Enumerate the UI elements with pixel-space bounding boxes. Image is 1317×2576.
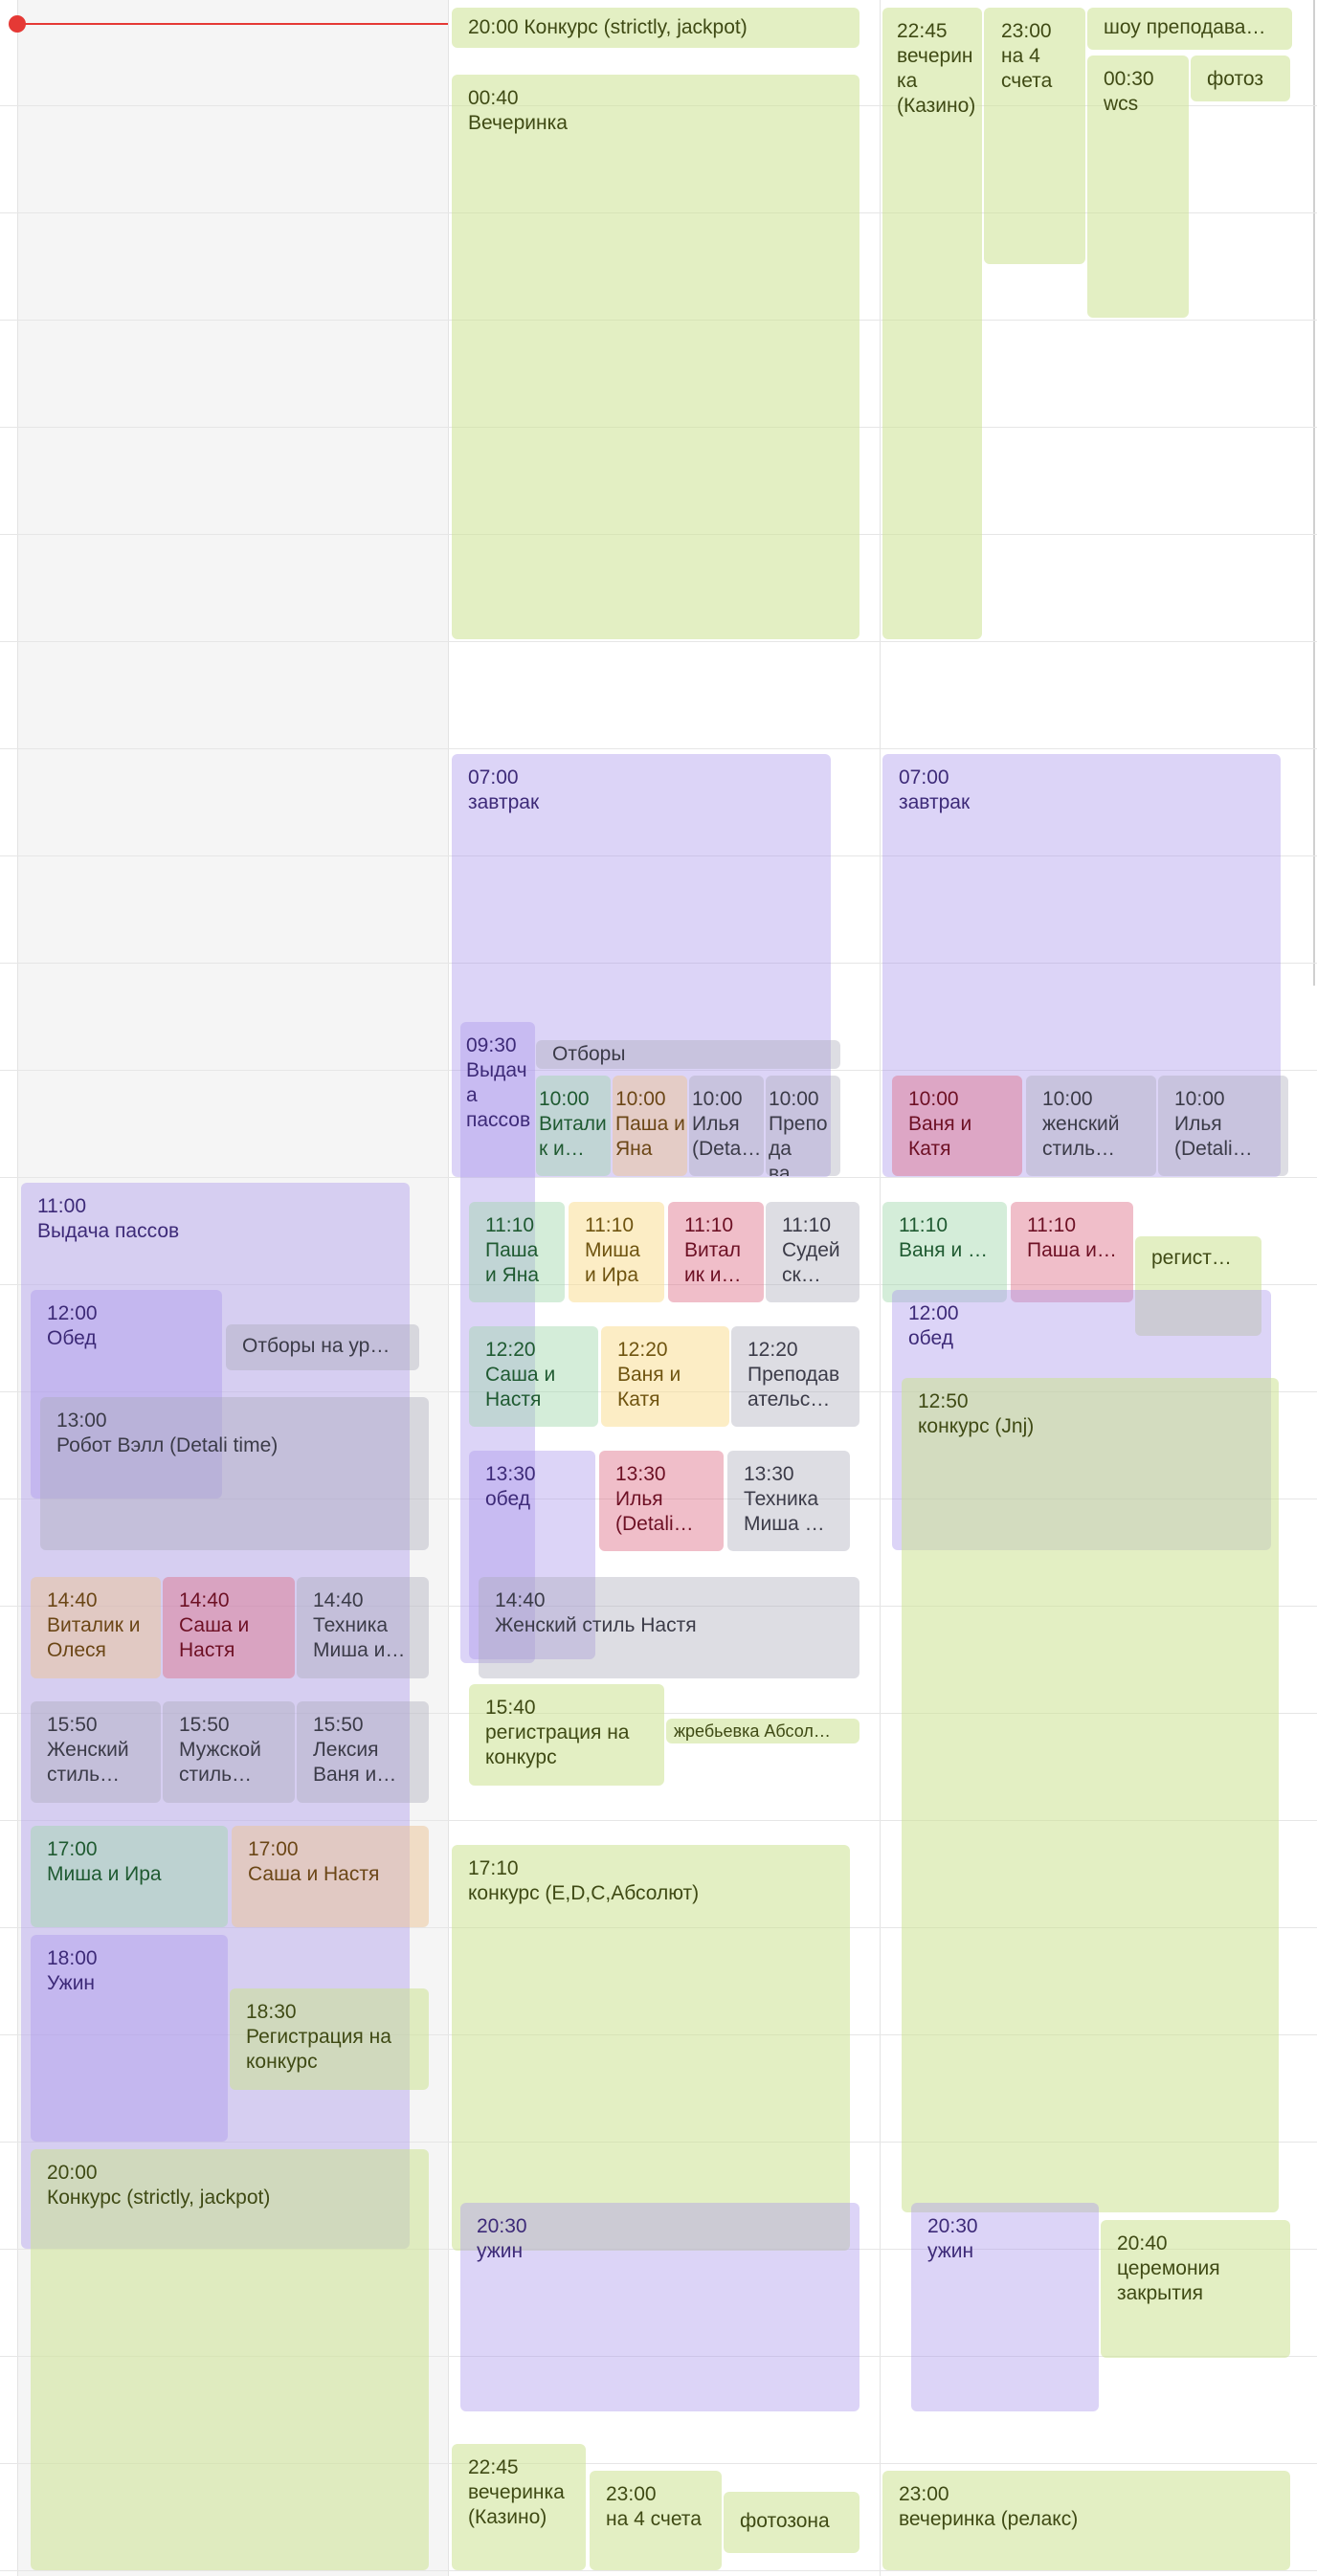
event-c1-dinner[interactable]: 18:00 Ужин [31,1935,228,2142]
event-1220-a[interactable]: 12:20 Саша и Настя [469,1326,598,1427]
column-divider [880,0,881,2576]
event-1710[interactable]: 17:10 конкурс (E,D,C,Абсолют) [452,1845,850,2251]
event-c1-1700-a[interactable]: 17:00 Миша и Ира [31,1826,228,1927]
column-divider [17,0,18,2576]
event-draw[interactable]: жребьевка Абсол… [666,1719,859,1743]
event-c1-strictly[interactable]: 20:00 Конкурс (strictly, jackpot) [31,2149,429,2570]
event-c1-1440-a[interactable]: 14:40 Виталик и Олеся [31,1577,161,1678]
event-c3-1000-a[interactable]: 10:00 Ваня и Катя [892,1076,1022,1176]
event-2030-dinner[interactable]: 20:30 ужин [460,2203,859,2411]
event-1000-d[interactable]: 10:00 Препода ва… [766,1076,840,1176]
event-2245[interactable]: 22:45 вечеринка (Казино) [452,2444,586,2570]
event-c1-1700-b[interactable]: 17:00 Саша и Настя [232,1826,429,1927]
event-c1-1550-a[interactable]: 15:50 Женский стиль… [31,1701,161,1803]
event-c3-show[interactable]: шоу преподава… [1087,8,1292,50]
event-strictly-top[interactable]: 20:00 Конкурс (strictly, jackpot) [452,8,859,48]
event-1110-b[interactable]: 11:10 Миша и Ира [569,1202,664,1302]
event-c1-1550-b[interactable]: 15:50 Мужской стиль… [163,1701,295,1803]
event-1540[interactable]: 15:40 регистрация на конкурс [469,1684,664,1786]
event-1220-c[interactable]: 12:20 Преподавательс… [731,1326,859,1427]
event-1440[interactable]: 14:40 Женский стиль Настя [479,1577,859,1678]
event-otbory[interactable]: Отборы [536,1040,840,1069]
event-c3-wcs[interactable]: 00:30 wcs [1087,56,1189,318]
event-c1-otbory[interactable]: Отборы на ур… [226,1324,419,1370]
event-c3-1000-b[interactable]: 10:00 женский стиль… [1026,1076,1156,1176]
column-divider [448,0,449,2576]
event-c3-1110-b[interactable]: 11:10 Паша и… [1011,1202,1133,1302]
hour-gridline [0,641,1317,642]
event-c3-relax-party[interactable]: 23:00 вечеринка (релакс) [882,2471,1290,2570]
event-1330-b[interactable]: 13:30 Илья (Detali… [599,1451,724,1551]
event-c1-robot[interactable]: 13:00 Робот Вэлл (Detali time) [40,1397,429,1550]
hour-gridline [0,1177,1317,1178]
event-1110-d[interactable]: 11:10 Судейск… [766,1202,859,1302]
hour-gridline [0,2570,1317,2571]
event-c3-photo-top[interactable]: фотоз… [1191,56,1290,101]
event-c3-1110-a[interactable]: 11:10 Ваня и … [882,1202,1007,1302]
event-c3-4counts-top[interactable]: 23:00 на 4 счета [984,8,1085,264]
current-time-indicator [9,15,26,33]
event-c1-1440-c[interactable]: 14:40 Техника Миша и… [297,1577,429,1678]
event-1110-a[interactable]: 11:10 Паша и Яна [469,1202,565,1302]
event-c1-1550-c[interactable]: 15:50 Лексия Ваня и… [297,1701,429,1803]
event-1110-c[interactable]: 11:10 Виталик и… [668,1202,764,1302]
event-photozone[interactable]: фотозона [724,2492,859,2553]
event-c3-party-top[interactable]: 22:45 вечеринка (Казино) [882,8,982,639]
event-c3-dinner[interactable]: 20:30 ужин [911,2203,1099,2411]
event-1330-c[interactable]: 13:30 Техника Миша … [727,1451,850,1551]
event-1220-b[interactable]: 12:20 Ваня и Катя [601,1326,729,1427]
event-c1-1440-b[interactable]: 14:40 Саша и Настя [163,1577,295,1678]
event-c3-1000-c[interactable]: 10:00 Илья (Detali… [1158,1076,1288,1176]
event-c3-jnj[interactable]: 12:50 конкурс (Jnj) [902,1378,1279,2212]
event-1000-b[interactable]: 10:00 Паша и Яна [613,1076,687,1176]
hour-gridline [0,748,1317,749]
event-2300-4counts[interactable]: 23:00 на 4 счета [590,2471,722,2570]
scrollbar-track[interactable] [1313,0,1315,986]
event-1000-c[interactable]: 10:00 Илья (Deta… [689,1076,764,1176]
event-c3-closing[interactable]: 20:40 церемония закрытия [1101,2220,1290,2358]
event-1000-a[interactable]: 10:00 Виталик и… [536,1076,611,1176]
event-c1-1830[interactable]: 18:30 Регистрация на конкурс [230,1988,429,2090]
current-time-line [17,23,448,25]
event-party[interactable]: 00:40 Вечеринка [452,75,859,639]
